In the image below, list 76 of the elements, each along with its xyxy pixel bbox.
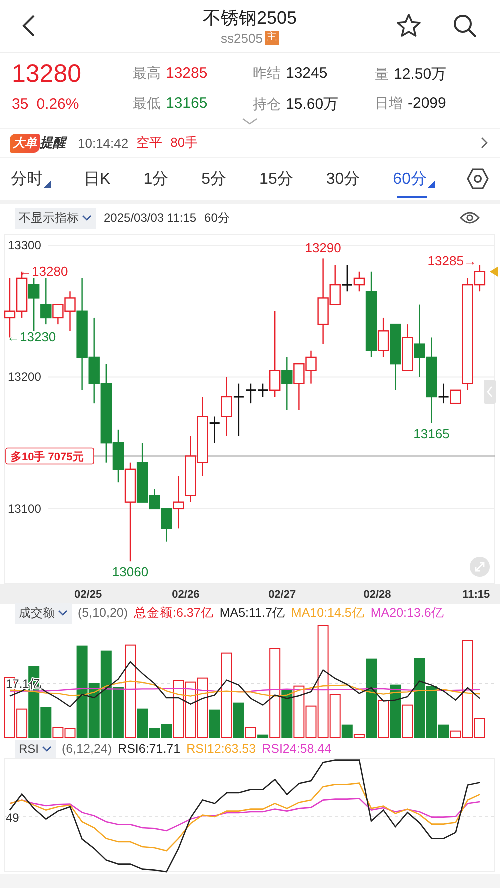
bar-datetime: 2025/03/03 11:15: [104, 211, 197, 225]
time-axis-label: 02/25: [74, 589, 102, 601]
time-axis-label: 11:15: [462, 589, 490, 601]
stat-value: 13245: [286, 65, 328, 82]
candlestick: [306, 350, 317, 384]
price-annotation: 13165: [414, 426, 450, 442]
stat-value: 13165: [166, 95, 208, 112]
main-contract-badge: 主: [264, 31, 279, 45]
alert-size: 80手: [170, 134, 198, 152]
candlestick: [294, 363, 305, 410]
rsi-axis-label: 49: [6, 811, 20, 825]
price-annotation: 13290: [305, 240, 342, 256]
indicator-reading: MA5:11.7亿: [220, 604, 286, 622]
indicator-reading: RSI24:58.44: [262, 742, 332, 756]
stat-value: 15.60万: [286, 94, 339, 114]
settings-icon[interactable]: [466, 167, 490, 191]
eye-icon[interactable]: [460, 211, 480, 225]
stat-label: 最高: [133, 65, 161, 83]
period-tab[interactable]: 5分: [200, 164, 229, 194]
alert-time: 10:14:42: [78, 136, 129, 150]
indicator-params: (6,12,24): [62, 742, 112, 756]
price-axis-label: 13200: [8, 370, 42, 384]
time-axis-label: 02/26: [172, 589, 200, 601]
change-percent: 0.26%: [36, 96, 80, 112]
indicator-selector[interactable]: 不显示指标: [15, 208, 96, 228]
bar-period: 60分: [204, 210, 230, 226]
stat-value: -2099: [408, 95, 446, 112]
contract-code: ss2505: [221, 30, 263, 46]
last-price: 13280: [12, 60, 83, 88]
period-tab[interactable]: 30分: [324, 164, 362, 194]
chevron-down-icon: [58, 610, 68, 616]
period-tab[interactable]: 分时: [9, 164, 53, 194]
indicator-reading: 总金额:6.37亿: [134, 604, 214, 622]
stat-label: 最低: [133, 95, 161, 113]
indicator-reading: MA10:14.5亿: [291, 604, 365, 622]
star-icon[interactable]: [396, 13, 422, 39]
price-axis-label: 13300: [8, 238, 42, 253]
position-tag[interactable]: 多10手 7075元: [6, 448, 94, 465]
time-axis-label: 02/28: [364, 589, 392, 601]
price-marker-icon: [490, 266, 498, 277]
price-annotation: ←13230: [7, 330, 56, 345]
stat-value: 13285: [166, 65, 208, 82]
price-annotation: 13060: [112, 564, 149, 580]
indicator-reading: MA20:13.6亿: [370, 604, 444, 622]
period-tab[interactable]: 15分: [258, 164, 296, 194]
alert-tag: 大单: [10, 134, 40, 152]
search-icon[interactable]: [452, 13, 478, 39]
period-tab[interactable]: 日K: [82, 164, 113, 194]
chevron-down-icon: [82, 215, 92, 221]
page-title: 不锈钢2505: [202, 6, 298, 28]
price-change: 35: [12, 96, 29, 112]
indicator-selector[interactable]: 成交额: [15, 602, 72, 624]
chevron-down-icon: [42, 746, 52, 752]
stat-label: 昨结: [253, 65, 281, 83]
stat-label: 日增: [375, 95, 403, 113]
chevron-right-icon[interactable]: [481, 137, 488, 149]
price-annotation: 13285→: [428, 253, 477, 268]
indicator-params: (5,10,20): [78, 606, 128, 620]
price-axis-label: 13100: [8, 502, 42, 516]
stat-label: 量: [375, 66, 389, 84]
time-axis-label: 02/27: [268, 589, 296, 601]
candlestick: [234, 384, 244, 436]
back-icon[interactable]: [22, 14, 36, 38]
alert-action: 空平: [136, 134, 163, 152]
candlestick: [28, 278, 40, 332]
volume-bar: [185, 682, 196, 738]
alert-title: 提醒: [40, 134, 66, 152]
period-tab[interactable]: 1分: [142, 164, 171, 194]
price-annotation: ←13280: [19, 264, 68, 279]
indicator-selector[interactable]: RSI: [15, 740, 56, 758]
candlestick: [185, 436, 196, 502]
candlestick: [246, 384, 256, 404]
indicator-reading: RSI12:63.53: [186, 742, 256, 756]
indicator-reading: RSI6:71.71: [118, 742, 181, 756]
stat-label: 持仓: [253, 96, 281, 114]
stat-value: 12.50万: [394, 64, 447, 84]
